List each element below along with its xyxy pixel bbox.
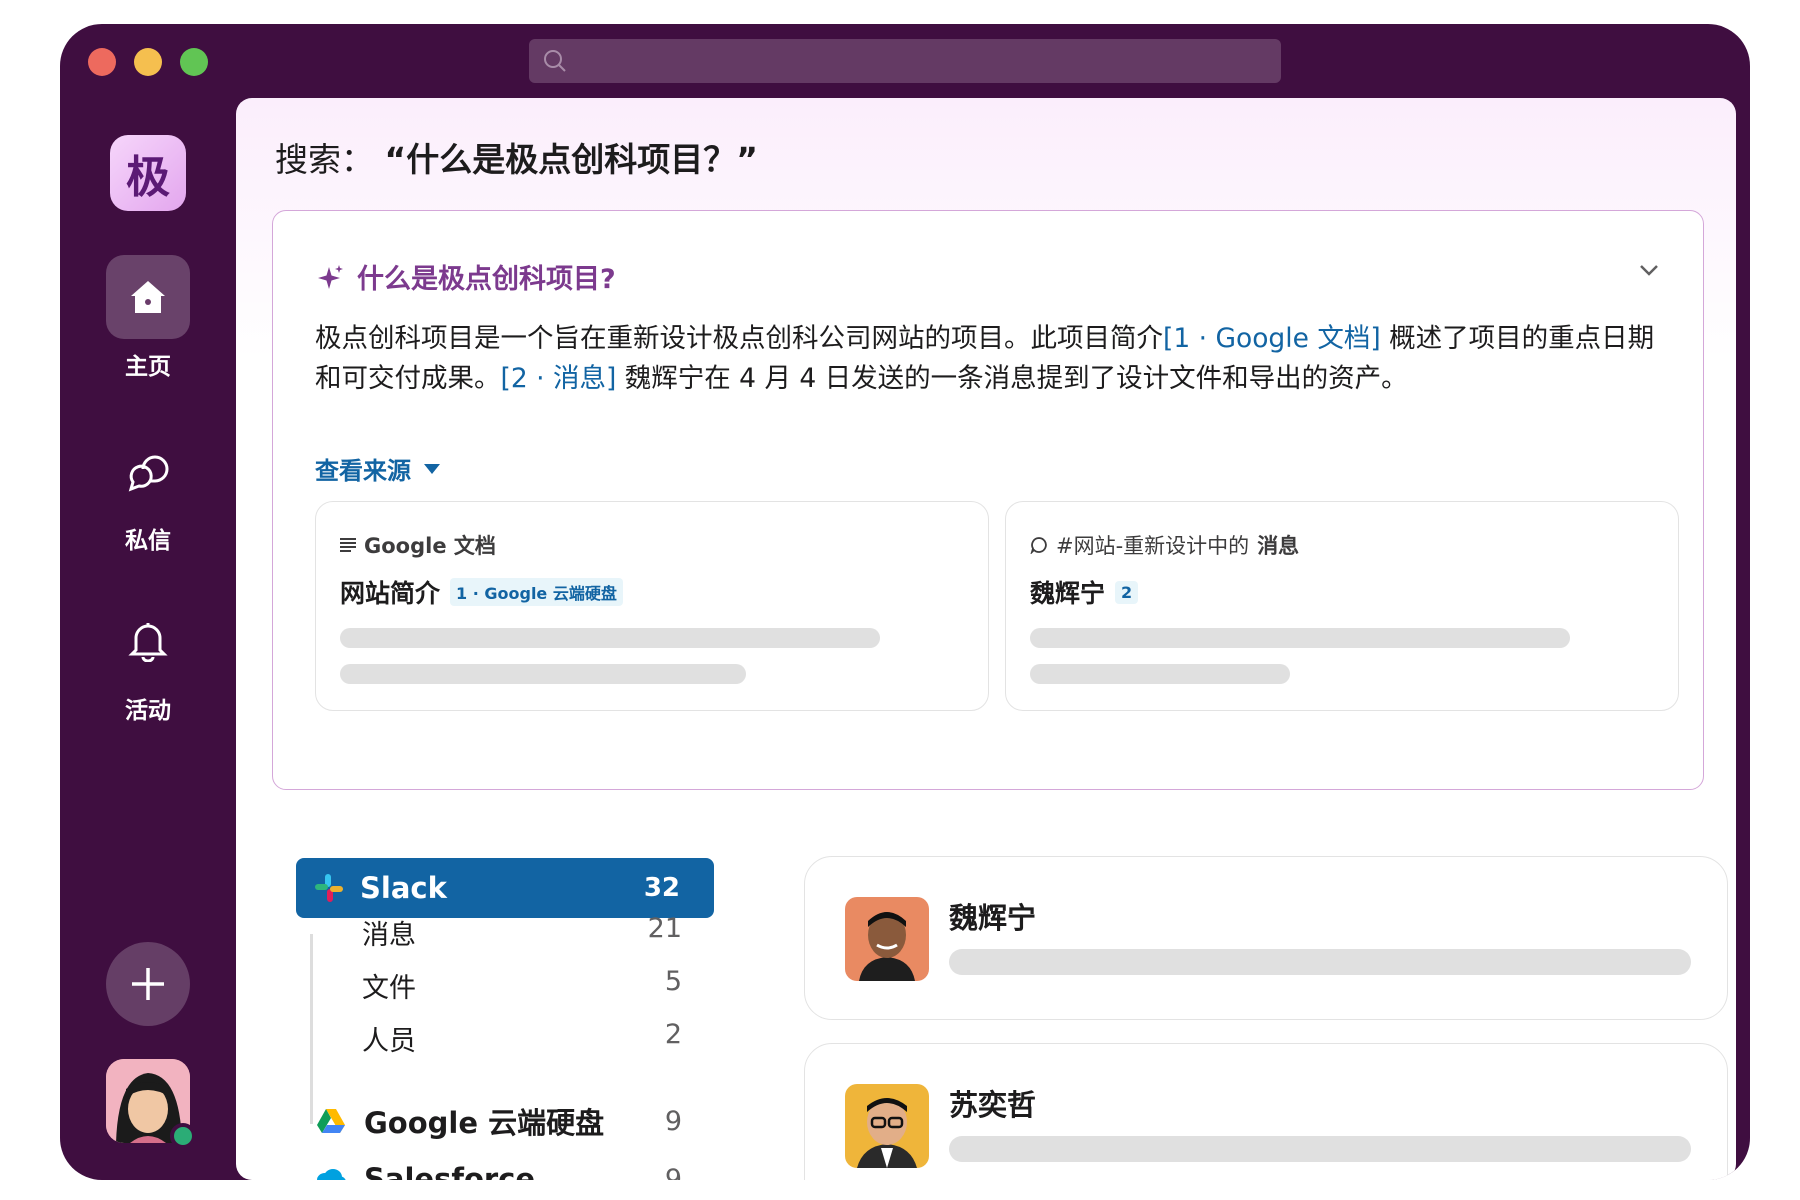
view-sources-toggle[interactable]: 查看来源 (315, 451, 441, 486)
filter-google-drive[interactable]: Google 云端硬盘 9 (316, 1100, 682, 1142)
add-button[interactable] (106, 942, 190, 1026)
filter-count: 2 (664, 1019, 682, 1050)
skeleton-line (340, 664, 746, 684)
sidebar-item-dms[interactable]: 私信 (100, 429, 196, 555)
search-input[interactable] (573, 39, 1273, 83)
skeleton-line (1030, 628, 1570, 648)
minimize-window-button[interactable] (134, 48, 162, 76)
close-window-button[interactable] (88, 48, 116, 76)
plus-icon (132, 968, 164, 1000)
sidebar-item-label: 私信 (125, 528, 171, 554)
bell-icon (106, 599, 190, 683)
source-title: 魏辉宁 2 (1030, 574, 1139, 610)
ai-answer-header: 什么是极点创科项目? (317, 257, 616, 296)
search-prefix: 搜索： (275, 140, 374, 179)
source-title: 网站简介 1 · Google 云端硬盘 (340, 574, 623, 610)
sidebar-item-label: 主页 (125, 354, 171, 380)
citation-link-1[interactable]: [1 · Google 文档] (1163, 323, 1381, 354)
source-tag: 1 · Google 云端硬盘 (450, 578, 623, 606)
page-title: 搜索： “什么是极点创科项目？” (275, 133, 758, 181)
ai-answer-question: 什么是极点创科项目? (357, 264, 616, 295)
skeleton-line (340, 628, 880, 648)
presence-indicator (170, 1123, 196, 1149)
search-results-panel: 搜索： “什么是极点创科项目？” 什么是极点创科项目? 极点创科项目是一个旨在重… (236, 98, 1736, 1180)
person-name: 魏辉宁 (949, 901, 1037, 935)
filter-count: 32 (643, 873, 680, 903)
filter-people[interactable]: 人员 2 (362, 1019, 682, 1058)
chevron-down-icon[interactable] (1639, 263, 1659, 277)
person-result-card[interactable]: 苏奕哲 (804, 1043, 1728, 1180)
sidebar-item-home[interactable]: 主页 (100, 255, 196, 381)
ai-answer-card: 什么是极点创科项目? 极点创科项目是一个旨在重新设计极点创科公司网站的项目。此项… (272, 210, 1704, 790)
caret-down-icon (424, 463, 440, 474)
avatar (845, 897, 929, 981)
source-tag: 2 (1115, 580, 1139, 604)
skeleton-line (949, 949, 1691, 975)
filter-salesforce[interactable]: Salesforce 9 (316, 1162, 682, 1180)
source-type: Google 文档 (340, 530, 496, 560)
skeleton-line (949, 1136, 1691, 1162)
avatar (845, 1084, 929, 1168)
filter-count: 9 (664, 1163, 682, 1181)
filter-files[interactable]: 文件 5 (362, 966, 682, 1005)
slack-logo-icon (315, 874, 343, 902)
filter-count: 21 (647, 913, 682, 944)
filter-count: 9 (664, 1105, 682, 1137)
sidebar-item-activity[interactable]: 活动 (100, 599, 196, 725)
document-lines-icon (340, 538, 356, 552)
citation-link-2[interactable]: [2 · 消息] (501, 363, 617, 394)
chat-bubbles-icon (106, 429, 190, 513)
person-result-card[interactable]: 魏辉宁 (804, 856, 1728, 1020)
sparkle-icon (318, 264, 343, 289)
filter-slack[interactable]: Slack 32 (296, 858, 714, 918)
source-card-google-doc[interactable]: Google 文档 网站简介 1 · Google 云端硬盘 (315, 501, 989, 711)
zoom-window-button[interactable] (180, 48, 208, 76)
person-name: 苏奕哲 (949, 1088, 1037, 1122)
message-bubble-icon (1030, 537, 1047, 554)
skeleton-line (1030, 664, 1290, 684)
workspace-icon[interactable]: 极 (110, 135, 186, 211)
divider (310, 934, 313, 1124)
search-query: “什么是极点创科项目？” (384, 140, 758, 179)
google-drive-icon (317, 1109, 345, 1133)
source-card-message[interactable]: #网站-重新设计中的 消息 魏辉宁 2 (1005, 501, 1679, 711)
search-icon (544, 50, 566, 72)
app-window: 极 主页 私信 活动 搜索： “什么是极点创科项目？” 什么是极点创科项目? 极… (60, 24, 1750, 1180)
top-search-bar[interactable] (529, 39, 1281, 83)
filter-messages[interactable]: 消息 21 (362, 913, 682, 952)
home-icon (106, 255, 190, 339)
window-controls (88, 48, 208, 76)
source-type: #网站-重新设计中的 消息 (1030, 530, 1299, 560)
salesforce-cloud-icon (317, 1169, 346, 1180)
ai-answer-text: 极点创科项目是一个旨在重新设计极点创科公司网站的项目。此项目简介[1 · Goo… (315, 323, 1655, 394)
filter-count: 5 (664, 966, 682, 997)
sidebar-item-label: 活动 (125, 698, 171, 724)
